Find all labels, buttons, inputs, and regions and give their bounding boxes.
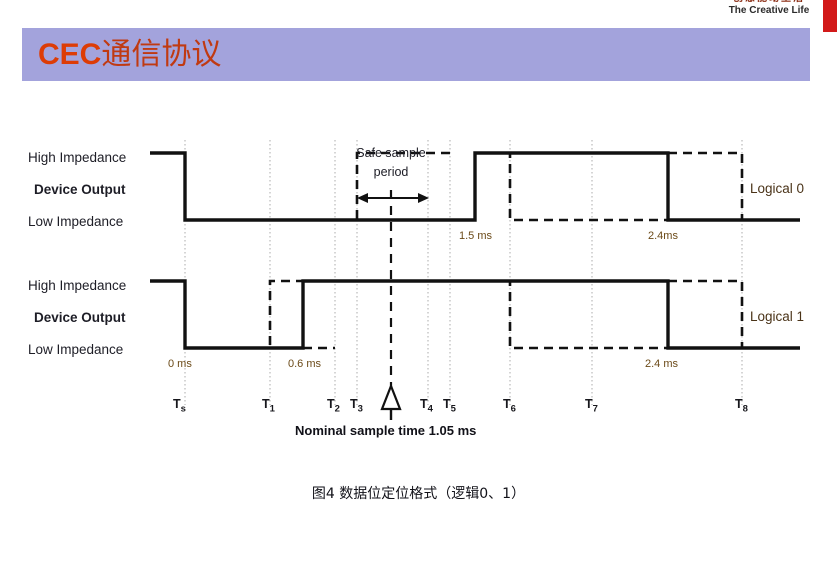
nominal-sample-time-label: Nominal sample time 1.05 ms xyxy=(295,423,477,438)
tick-t4-sub: 4 xyxy=(427,403,433,415)
tick-label-ts: Ts xyxy=(173,397,186,415)
tick-label-t4: T4 xyxy=(420,397,433,415)
tick-label-t2: T2 xyxy=(327,397,340,415)
logical0-low-impedance-label: Low Impedance xyxy=(28,214,124,229)
logical0-ms-first-label: 1.5 ms xyxy=(459,230,493,242)
logical1-tolerance-outline xyxy=(268,279,744,350)
tick-t8-sub: 8 xyxy=(742,403,748,415)
tick-t2-base: T xyxy=(327,397,335,411)
logical1-ms-second-label: 0.6 ms xyxy=(288,358,322,370)
tick-label-t3: T3 xyxy=(350,397,363,415)
tick-label-t8: T8 xyxy=(735,397,748,415)
logical1-series-label: Logical 1 xyxy=(750,309,805,324)
logical1-high-impedance-label: High Impedance xyxy=(28,278,127,293)
page-title-prefix: CEC xyxy=(38,38,102,71)
safe-sample-arrow-head-left xyxy=(357,193,368,203)
figure-caption: 图4 数据位定位格式（逻辑0、1） xyxy=(311,486,526,502)
logical0-device-output-label: Device Output xyxy=(34,182,126,197)
logical1-waveform xyxy=(150,279,800,350)
tick-label-t7: T7 xyxy=(585,397,598,415)
tick-ts-sub: s xyxy=(180,403,186,415)
tick-t2-sub: 2 xyxy=(334,403,340,415)
brand-chinese-text: 创意能动生活 xyxy=(718,0,820,5)
tick-t5-base: T xyxy=(443,397,451,411)
logical0-series-label: Logical 0 xyxy=(750,181,805,196)
logical1-ms-first-label: 0 ms xyxy=(168,358,192,370)
tick-t4-base: T xyxy=(420,397,428,411)
nominal-sample-up-arrow xyxy=(380,382,402,420)
tick-ts-base: T xyxy=(173,397,181,411)
tick-label-t6: T6 xyxy=(503,397,516,415)
logical0-rise-tolerance xyxy=(355,151,450,222)
tick-t3-base: T xyxy=(350,397,358,411)
tick-t7-base: T xyxy=(585,397,593,411)
logical1-low-impedance-label: Low Impedance xyxy=(28,342,124,357)
tick-t1-sub: 1 xyxy=(269,403,275,415)
nominal-up-arrow-head xyxy=(380,382,402,411)
logical1-device-output-label: Device Output xyxy=(34,310,126,325)
page-title: CEC通信协议 xyxy=(38,32,221,77)
tick-t8-base: T xyxy=(735,397,743,411)
tick-t7-sub: 7 xyxy=(592,403,598,415)
page-title-chinese: 通信协议 xyxy=(101,37,222,72)
safe-sample-arrow xyxy=(357,193,429,203)
brand-logo: 创意能动生活 The Creative Life xyxy=(718,0,820,16)
safe-sample-arrow-head-right xyxy=(418,193,429,203)
tick-label-t5: T5 xyxy=(443,397,456,415)
brand-english-text: The Creative Life xyxy=(728,4,810,16)
safe-sample-period-line1: Safe sample xyxy=(356,146,426,160)
tick-t5-sub: 5 xyxy=(450,403,456,415)
logical0-tolerance-outline xyxy=(355,151,744,222)
tick-t3-sub: 3 xyxy=(357,403,363,415)
safe-sample-period-line2: period xyxy=(373,165,409,179)
logical0-ms-second-label: 2.4ms xyxy=(648,230,678,242)
logical0-fall-tolerance xyxy=(508,151,744,222)
tick-label-t1: T1 xyxy=(262,397,275,415)
brand-red-accent-bar xyxy=(823,0,837,32)
timing-diagram: High Impedance Device Output Low Impedan… xyxy=(0,120,837,450)
logical1-fall-tolerance xyxy=(508,279,744,350)
logical0-waveform xyxy=(150,151,800,222)
tick-t6-base: T xyxy=(503,397,511,411)
logical1-ms-third-label: 2.4 ms xyxy=(645,358,679,370)
tick-t6-sub: 6 xyxy=(510,403,516,415)
logical0-high-impedance-label: High Impedance xyxy=(28,150,127,165)
tick-t1-base: T xyxy=(262,397,270,411)
